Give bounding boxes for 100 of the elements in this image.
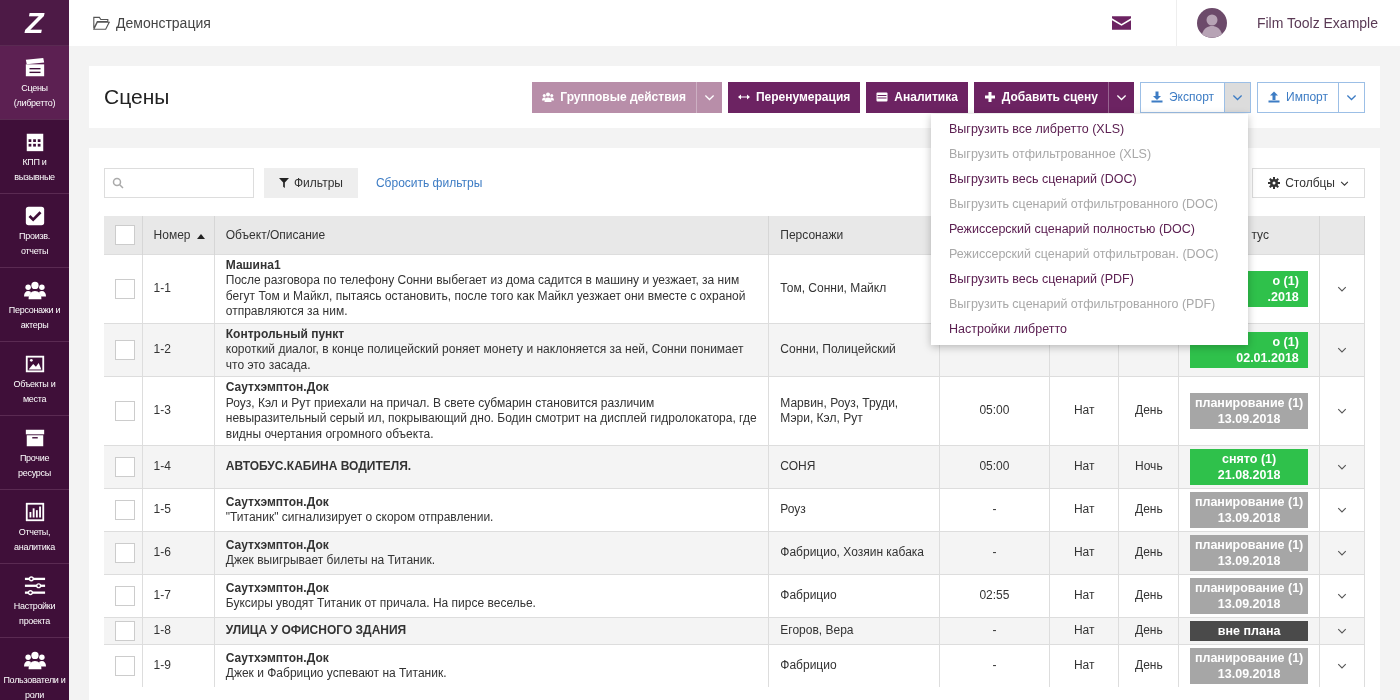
plus-icon xyxy=(983,91,996,103)
column-header[interactable]: Персонажи xyxy=(780,227,844,242)
table-cell: Нат xyxy=(1073,658,1095,673)
breadcrumb-link[interactable]: Демонстрация xyxy=(116,12,211,34)
sidebar-item[interactable]: Персонажи и актеры xyxy=(0,267,69,341)
sidebar-item[interactable]: Произв. отчеты xyxy=(0,193,69,267)
user-name[interactable]: Film Toolz Example xyxy=(1256,12,1378,34)
table-cell: 02:55 xyxy=(979,588,1010,603)
menu-item[interactable]: Выгрузить весь сценарий (DOC) xyxy=(931,167,1248,192)
menu-item[interactable]: Режиссерский сценарий полностью (DOC) xyxy=(931,217,1248,242)
table-cell: Сонни, Полицейский xyxy=(780,342,896,356)
row-checkbox[interactable] xyxy=(115,543,135,563)
table-cell: Егоров, Вера xyxy=(780,623,854,638)
scene-description: Буксиры уводят Титаник от причала. На пирсе веселье. xyxy=(225,596,537,612)
row-checkbox[interactable] xyxy=(115,457,135,477)
bar-chart-icon xyxy=(23,500,46,523)
row-checkbox[interactable] xyxy=(115,500,135,520)
scene-description: "Титаник" сигнализирует о скором отправлении. xyxy=(225,510,495,526)
row-checkbox[interactable] xyxy=(115,656,135,676)
status-tag: планирование (1) 13.09.2018 xyxy=(1190,648,1308,684)
menu-item[interactable]: Выгрузить все либретто (XLS) xyxy=(931,117,1248,142)
table-cell: Роуз xyxy=(780,502,806,517)
scene-number: 1-4 xyxy=(153,459,171,474)
scene-number: 1-9 xyxy=(153,658,171,673)
table-cell: Нат xyxy=(1073,459,1095,474)
sidebar-item[interactable]: КПП и вызывные xyxy=(0,119,69,193)
table-cell: Нат xyxy=(1073,588,1095,603)
sidebar-item[interactable]: Настройки проекта xyxy=(0,563,69,637)
scene-title: АВТОБУС.КАБИНА ВОДИТЕЛЯ. xyxy=(225,459,413,475)
table-cell: Нат xyxy=(1073,502,1095,517)
row-checkbox[interactable] xyxy=(115,586,135,606)
logo[interactable]: Z xyxy=(0,0,69,45)
funnel-icon xyxy=(279,178,289,188)
sidebar-item[interactable]: Прочие ресурсы xyxy=(0,415,69,489)
scene-number: 1-3 xyxy=(153,403,171,418)
table-cell: - xyxy=(992,502,997,517)
toolbar-button[interactable]: Импорт xyxy=(1257,81,1339,113)
table-cell: Нат xyxy=(1073,623,1095,638)
sidebar-item[interactable]: Сцены (либретто) xyxy=(0,45,69,119)
table-cell: День xyxy=(1135,502,1163,517)
scene-description: После разговора по телефону Сонни выбегает из дома садится в машину и уезжает, за ним бегут Том и Майкл, пытаясь остановить, после того как Майкл уезжает они вместе с охраной отправляются за ним. xyxy=(225,273,747,320)
toolbar-button[interactable]: Перенумерация xyxy=(727,81,861,113)
table-cell: День xyxy=(1135,658,1163,673)
table-cell: Нат xyxy=(1073,403,1095,418)
toolbar-button[interactable]: Аналитика xyxy=(866,81,968,113)
scene-number: 1-8 xyxy=(153,623,171,638)
row-checkbox[interactable] xyxy=(115,621,135,641)
row-checkbox[interactable] xyxy=(115,401,135,421)
scene-number: 1-1 xyxy=(153,280,171,295)
columns-button[interactable]: Столбцы xyxy=(1252,168,1365,198)
toolbar-button[interactable]: Экспорт xyxy=(1139,81,1226,113)
scene-description: Джек и Фабрицио успевают на Титаник. xyxy=(225,666,448,682)
users-icon xyxy=(542,91,555,103)
avatar-icon xyxy=(1196,8,1227,38)
column-header[interactable]: тус xyxy=(1251,227,1269,242)
scene-title: Саутхэмптон.Док xyxy=(225,537,330,553)
table-cell: Марвин, Роуз, Труди, Мэри, Кэл, Рут xyxy=(780,395,899,425)
scene-number: 1-6 xyxy=(153,545,171,560)
column-header[interactable]: Объект/Описание xyxy=(225,227,326,242)
sidebar-item[interactable]: Отчеты, аналитика xyxy=(0,489,69,563)
sidebar-item[interactable]: Пользователи и роли xyxy=(0,637,69,700)
table-cell: Фабрицио, Хозяин кабака xyxy=(780,545,924,560)
search-icon xyxy=(112,177,124,189)
table-cell: День xyxy=(1135,403,1163,418)
dropdown-toggle[interactable] xyxy=(1339,81,1365,113)
status-tag: планирование (1) 13.09.2018 xyxy=(1190,578,1308,614)
table-cell: День xyxy=(1135,623,1163,638)
row-checkbox[interactable] xyxy=(115,278,135,299)
download-icon xyxy=(1150,91,1163,103)
status-tag: планирование (1) 13.09.2018 xyxy=(1190,535,1308,571)
row-checkbox[interactable] xyxy=(115,339,135,360)
status-tag: планирование (1) 13.09.2018 xyxy=(1190,393,1308,429)
table-cell: День xyxy=(1135,545,1163,560)
table-cell: Фабрицио xyxy=(780,658,837,673)
status-tag: снято (1) 21.08.2018 xyxy=(1190,449,1308,485)
scene-description: короткий диалог, в конце полицейский роняет монету и наклоняется за ней, Сонни понимает что это засада. xyxy=(225,342,745,373)
table-cell: Нат xyxy=(1073,545,1095,560)
dropdown-toggle[interactable] xyxy=(1225,81,1252,113)
scene-number: 1-5 xyxy=(153,502,171,517)
scene-title: Контрольный пункт xyxy=(225,326,346,342)
search-field[interactable] xyxy=(104,168,254,198)
scene-title: Саутхэмптон.Док xyxy=(225,580,330,596)
status-tag: планирование (1) 13.09.2018 xyxy=(1190,492,1308,528)
table-cell: Фабрицио xyxy=(780,588,837,603)
scene-title: Саутхэмптон.Док xyxy=(225,380,330,396)
table-cell: Ночь xyxy=(1135,459,1163,474)
select-all-checkbox[interactable] xyxy=(115,224,135,245)
mail-icon xyxy=(1111,16,1131,30)
filter-button[interactable]: Фильтры xyxy=(264,168,358,198)
sidebar-item[interactable]: Объекты и места xyxy=(0,341,69,415)
scene-title: Саутхэмптон.Док xyxy=(225,650,330,666)
card-icon xyxy=(876,91,889,103)
clapperboard-icon xyxy=(23,56,46,79)
table-cell: 05:00 xyxy=(979,403,1010,418)
scene-number: 1-7 xyxy=(153,588,171,603)
gear-icon xyxy=(1268,177,1281,189)
table-cell: - xyxy=(992,658,997,673)
table-cell: - xyxy=(992,623,997,638)
reset-filters-link[interactable]: Сбросить фильтры xyxy=(367,174,483,192)
toolbar-button[interactable]: Добавить сцену xyxy=(973,81,1108,113)
